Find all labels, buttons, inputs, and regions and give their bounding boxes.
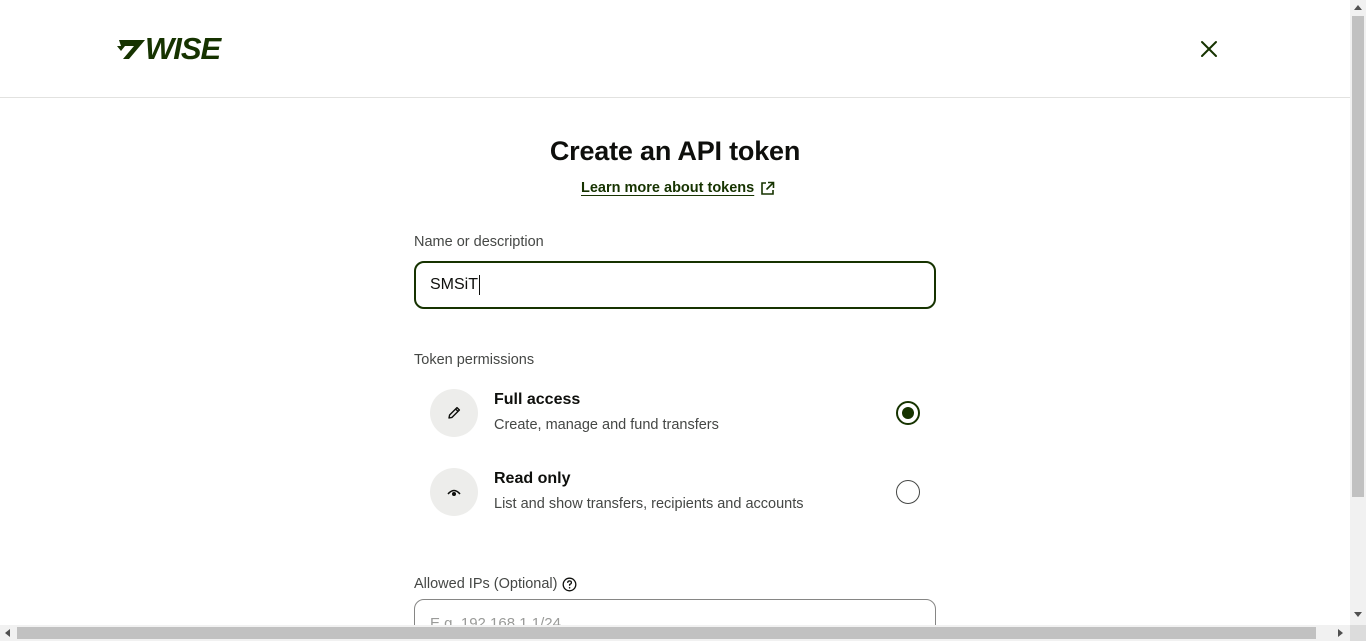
name-input[interactable]: SMSiT	[414, 261, 936, 309]
learn-more-label: Learn more about tokens	[581, 180, 755, 196]
scroll-up-arrow-icon[interactable]	[1354, 5, 1362, 10]
learn-more-link[interactable]: Learn more about tokens	[581, 180, 775, 196]
create-token-form: Create an API token Learn more about tok…	[0, 98, 1350, 625]
allowed-ips-label: Allowed IPs (Optional)	[414, 576, 577, 592]
full-access-title: Full access	[494, 391, 581, 408]
wise-flag-icon	[117, 40, 145, 59]
logo-wordmark: WISE	[145, 31, 221, 66]
question-circle-icon[interactable]	[562, 577, 577, 592]
name-input-value: SMSiT	[430, 276, 478, 293]
vertical-scrollbar[interactable]	[1350, 0, 1366, 625]
read-only-title: Read only	[494, 470, 571, 487]
horizontal-scroll-thumb[interactable]	[17, 627, 1316, 639]
external-link-icon	[761, 181, 775, 195]
scrollbar-corner	[1350, 625, 1366, 641]
top-header: WISE	[0, 0, 1350, 98]
permission-option-read-only[interactable]: Read only List and show transfers, recip…	[430, 468, 922, 518]
vertical-scroll-thumb[interactable]	[1352, 16, 1364, 497]
text-caret	[479, 275, 480, 295]
permissions-label: Token permissions	[414, 352, 535, 368]
allowed-ips-input[interactable]	[414, 599, 936, 625]
scroll-down-arrow-icon[interactable]	[1354, 612, 1362, 617]
scroll-right-arrow-icon[interactable]	[1338, 629, 1343, 637]
wise-logo[interactable]: WISE	[117, 31, 221, 66]
full-access-radio[interactable]	[896, 401, 920, 425]
scroll-left-arrow-icon[interactable]	[5, 629, 10, 637]
name-field-label: Name or description	[414, 234, 544, 250]
page-title: Create an API token	[549, 136, 801, 166]
permission-option-full-access[interactable]: Full access Create, manage and fund tran…	[430, 389, 922, 439]
read-only-radio[interactable]	[896, 480, 920, 504]
read-only-description: List and show transfers, recipients and …	[494, 496, 804, 512]
horizontal-scrollbar[interactable]	[0, 625, 1350, 641]
pencil-icon	[430, 389, 478, 437]
eye-icon	[430, 468, 478, 516]
full-access-description: Create, manage and fund transfers	[494, 417, 719, 433]
close-button[interactable]	[1196, 36, 1222, 62]
close-icon	[1201, 41, 1217, 57]
allowed-ips-label-text: Allowed IPs (Optional)	[414, 576, 558, 592]
